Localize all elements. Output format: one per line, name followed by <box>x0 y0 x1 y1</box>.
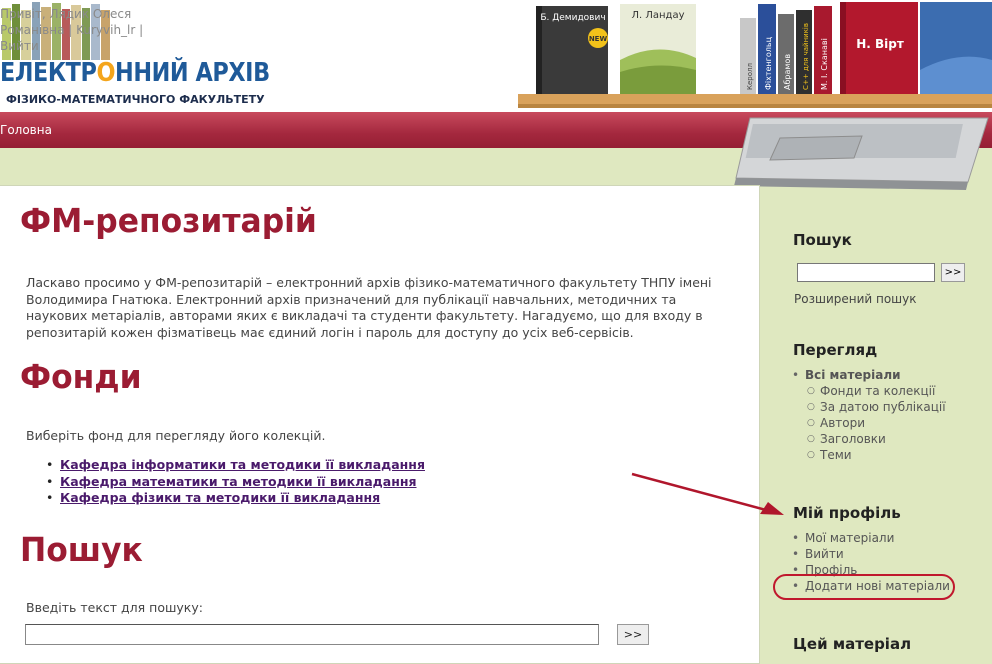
list-item: Кафедра фізики та методики її викладання <box>46 490 425 507</box>
logo-subtitle: ФІЗИКО-МАТЕМАТИЧНОГО ФАКУЛЬТЕТУ <box>6 93 265 106</box>
book-landau-label: Л. Ландау <box>631 10 684 21</box>
list-item: Кафедра математики та методики її виклад… <box>46 474 425 491</box>
book-cpp-label: C++ для чайників <box>802 23 810 90</box>
browse-all-label: Всі матеріали <box>805 368 901 382</box>
browse-communities-link[interactable]: Фонди та колекції <box>820 384 935 398</box>
sidebar-this-item-heading: Цей матеріал <box>793 635 912 653</box>
annotation-arrow <box>631 472 784 515</box>
book-demidovich-label: Б. Демидович <box>540 13 605 23</box>
page-title: ФМ-репозитарій <box>20 201 317 240</box>
header-bookshelf-graphic: Б. Демидович NEW Л. Ландау Керолл Фіхтен… <box>518 2 992 108</box>
list-item: За датою публікації <box>805 399 946 415</box>
sidebar-search-input[interactable] <box>797 263 935 282</box>
user-links[interactable]: Привіт, Лядик Олеся Романівна | Kuryvih_… <box>0 6 152 54</box>
browse-authors-link[interactable]: Автори <box>820 416 865 430</box>
logo-title-bulb: О <box>96 58 116 88</box>
nav-home-link[interactable]: Головна <box>0 123 52 137</box>
search-prompt: Введіть текст для пошуку: <box>26 600 203 615</box>
fond-link-informatics[interactable]: Кафедра інформатики та методики її викла… <box>60 457 425 472</box>
logo-title-part2: ННИЙ АРХІВ <box>115 58 270 88</box>
list-item: Фонди та колекції <box>805 383 946 399</box>
list-item: Вийти <box>792 546 950 562</box>
list-item: Мої матеріали <box>792 530 950 546</box>
logo-title-part1: ЕЛЕКТР <box>0 58 97 88</box>
browse-by-date-link[interactable]: За датою публікації <box>820 400 946 414</box>
fonds-list: Кафедра інформатики та методики її викла… <box>46 457 425 507</box>
main-search-input[interactable] <box>25 624 599 645</box>
logout-link[interactable]: Вийти <box>805 547 844 561</box>
my-items-link[interactable]: Мої матеріали <box>805 531 894 545</box>
list-item: Теми <box>805 447 946 463</box>
browse-titles-link[interactable]: Заголовки <box>820 432 886 446</box>
book-abramov-label: Абрамов <box>783 54 792 90</box>
user-links-text[interactable]: Привіт, Лядик Олеся Романівна | Kuryvih_… <box>0 7 143 53</box>
list-item: Всі матеріали <box>792 367 946 383</box>
book-fichtengolts-label: Фіхтенгольц <box>764 36 773 90</box>
book-kerroll-label: Керолл <box>746 63 754 90</box>
sidebar-search-button[interactable]: >> <box>941 263 965 282</box>
fonds-heading: Фонди <box>20 357 142 396</box>
header: Привіт, Лядик Олеся Романівна | Kuryvih_… <box>0 0 992 112</box>
main-search-button[interactable]: >> <box>617 624 649 645</box>
fond-link-physics[interactable]: Кафедра фізики та методики її викладання <box>60 490 380 505</box>
laptop-graphic <box>734 117 989 190</box>
list-item: Кафедра інформатики та методики її викла… <box>46 457 425 474</box>
fonds-prompt: Виберіть фонд для перегляду його колекці… <box>26 428 326 443</box>
list-item: Заголовки <box>805 431 946 447</box>
sidebar-profile-heading: Мій профіль <box>793 504 901 522</box>
advanced-search-link[interactable]: Розширений пошук <box>794 292 917 306</box>
main-content: ФМ-репозитарій Ласкаво просимо у ФМ-репо… <box>0 185 760 664</box>
logo-title[interactable]: ЕЛЕКТРОННИЙ АРХІВ <box>0 58 270 88</box>
intro-text: Ласкаво просимо у ФМ-репозитарій – елект… <box>26 275 712 340</box>
fond-link-mathematics[interactable]: Кафедра математики та методики її виклад… <box>60 474 417 489</box>
list-item: Автори <box>805 415 946 431</box>
annotation-highlight-circle <box>773 574 955 600</box>
sidebar-search-heading: Пошук <box>793 231 852 249</box>
browse-list: Всі матеріали Фонди та колекції За датою… <box>792 367 946 463</box>
search-heading: Пошук <box>20 530 143 569</box>
book-skanavi-label: М. І. Сканаві <box>820 38 829 90</box>
browse-subjects-link[interactable]: Теми <box>820 448 852 462</box>
book-new-badge: NEW <box>589 35 608 43</box>
sidebar-browse-heading: Перегляд <box>793 341 878 359</box>
book-virt-label: Н. Вірт <box>856 37 904 51</box>
